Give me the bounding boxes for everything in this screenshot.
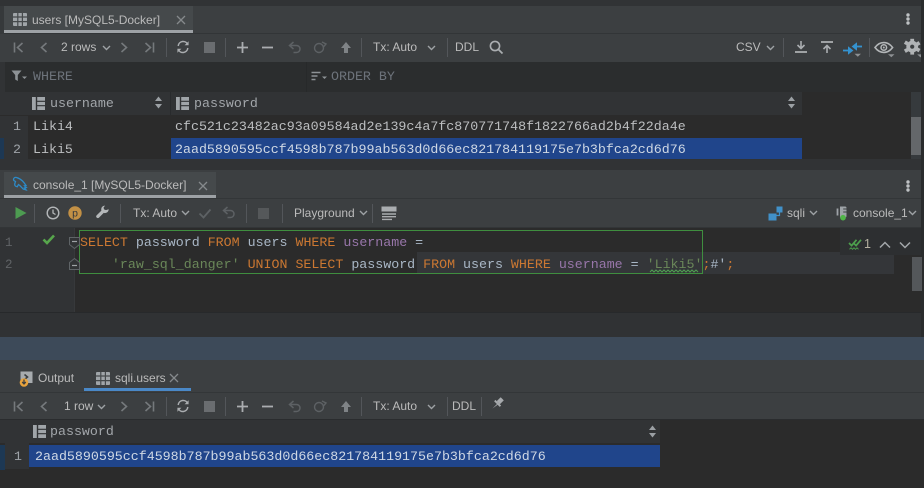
svg-text:p: p: [72, 208, 78, 220]
